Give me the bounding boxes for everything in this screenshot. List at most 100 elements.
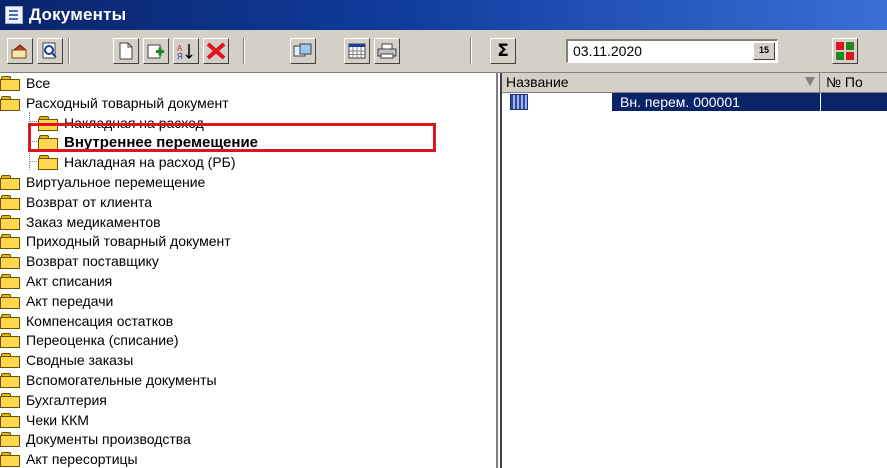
row-icon-cell (502, 93, 612, 111)
folder-icon (0, 293, 20, 309)
tree-item-label: Акт передачи (26, 292, 114, 309)
folder-icon (0, 194, 20, 210)
tree-item[interactable]: Документы производства (0, 429, 191, 449)
new-document-icon (119, 42, 133, 60)
delete-button[interactable] (203, 38, 229, 64)
tree-item-label: Виртуальное перемещение (26, 174, 206, 190)
sum-icon: Σ (497, 41, 509, 61)
tree-item[interactable]: Вспомогательные документы (0, 370, 217, 390)
folder-icon (0, 254, 20, 270)
sort-desc-icon (805, 77, 815, 86)
svg-text:Я: Я (177, 52, 183, 60)
folder-icon (0, 175, 20, 190)
tree-item-label: Приходный товарный документ (26, 233, 231, 250)
documents-window-icon (5, 6, 23, 24)
copy-icon (293, 43, 312, 57)
row-number-cell[interactable] (821, 93, 887, 111)
tree-item[interactable]: Расходный товарный документ (0, 93, 229, 113)
tree-item-label: Документы производства (26, 431, 191, 448)
toolbar: AЯ Σ 03.11.2020 15 (0, 30, 887, 73)
folder-icon (0, 353, 20, 369)
window-title: Документы (29, 5, 127, 24)
folder-icon (0, 95, 20, 111)
folder-icon (38, 135, 58, 151)
tree-item-label: Накладная на расход (РБ) (64, 154, 236, 171)
document-type-tree[interactable]: Все Расходный товарный документ Накладная … (0, 73, 498, 468)
toolbar-separator (470, 38, 472, 64)
tree-item-label: Чеки ККМ (26, 411, 89, 428)
tree-item[interactable]: Компенсация остатков (0, 311, 173, 331)
calendar-grid-icon (348, 43, 366, 59)
tree-item[interactable]: Все (0, 73, 50, 93)
tree-item[interactable]: Приходный товарный документ (0, 231, 231, 251)
date-input[interactable]: 03.11.2020 15 (566, 39, 778, 63)
tree-item[interactable]: Акт передачи (0, 291, 113, 311)
tree-item-label: Акт пересортицы (26, 451, 138, 468)
calendar-icon: 15 (758, 45, 769, 55)
tree-item[interactable]: Заказ медикаментов (0, 212, 161, 232)
date-value: 03.11.2020 (573, 43, 643, 59)
sort-button[interactable]: AЯ (173, 38, 199, 64)
new-document-button[interactable] (113, 38, 139, 64)
folder-icon (0, 412, 20, 428)
document-icon (510, 94, 528, 110)
tree-item[interactable]: Акт пересортицы (0, 449, 138, 468)
tree-item-label: Все (26, 75, 51, 91)
folder-icon (0, 274, 20, 289)
tree-item[interactable]: Бухгалтерия (0, 390, 107, 410)
tree-item-label: Вспомогательные документы (26, 372, 217, 388)
toolbar-separator (68, 38, 70, 64)
column-header-number[interactable]: № По (822, 73, 887, 92)
filter-button[interactable] (832, 38, 858, 64)
documents-grid[interactable]: Название № По Вн. перем. 000001 (500, 73, 887, 468)
folder-icon (0, 452, 20, 468)
tree-item[interactable]: Виртуальное перемещение (0, 172, 205, 192)
tree-item[interactable]: Внутреннее перемещение (38, 132, 258, 152)
tree-item[interactable]: Накладная на расход (РБ) (38, 152, 236, 172)
tree-item-label: Расходный товарный документ (26, 94, 229, 111)
folder-icon (0, 76, 20, 91)
add-button[interactable] (143, 38, 169, 64)
folder-icon (0, 333, 20, 349)
tree-item-label: Накладная на расход (64, 114, 204, 131)
tree-item-label: Бухгалтерия (26, 391, 107, 408)
tree-item-label: Возврат от клиента (26, 193, 152, 210)
folder-icon (0, 313, 20, 329)
column-header-name[interactable]: Название (502, 73, 820, 92)
tree-item-label: Компенсация остатков (26, 312, 174, 329)
tree-item[interactable]: Накладная на расход (38, 113, 204, 133)
copy-button[interactable] (290, 38, 316, 64)
row-name-cell[interactable]: Вн. перем. 000001 (612, 93, 820, 111)
folder-icon (38, 115, 58, 131)
tree-item-label: Сводные заказы (26, 352, 134, 369)
calendar-button[interactable]: 15 (753, 42, 775, 60)
documents-window: Документы AЯ Σ 03.11.2020 15 Все Расходн… (0, 0, 887, 468)
folder-icon (0, 234, 20, 250)
folder-icon (0, 214, 20, 230)
title-bar[interactable]: Документы (0, 0, 887, 30)
preview-icon (42, 42, 57, 59)
print-button[interactable] (374, 38, 400, 64)
tree-item[interactable]: Чеки ККМ (0, 410, 89, 430)
sum-button[interactable]: Σ (490, 38, 516, 64)
grid-view-button[interactable] (344, 38, 370, 64)
preview-button[interactable] (37, 38, 63, 64)
properties-icon (11, 44, 27, 59)
delete-icon (206, 42, 226, 60)
add-icon (147, 44, 164, 59)
tree-item[interactable]: Переоценка (списание) (0, 330, 179, 350)
tree-item[interactable]: Сводные заказы (0, 350, 133, 370)
tree-item[interactable]: Акт списания (0, 271, 112, 291)
folder-icon (0, 373, 20, 388)
tree-item-label: Акт списания (26, 273, 113, 289)
tree-item-label: Возврат поставщику (26, 253, 159, 270)
properties-button[interactable] (7, 38, 33, 64)
tree-item[interactable]: Возврат от клиента (0, 192, 152, 212)
tree-item-label: Переоценка (списание) (26, 332, 179, 349)
sort-icon: AЯ (177, 44, 193, 60)
tree-item[interactable]: Возврат поставщику (0, 251, 159, 271)
toolbar-separator (243, 38, 245, 64)
tree-item-label: Внутреннее перемещение (64, 133, 259, 151)
table-row[interactable]: Вн. перем. 000001 (502, 93, 887, 111)
folder-icon (0, 392, 20, 408)
